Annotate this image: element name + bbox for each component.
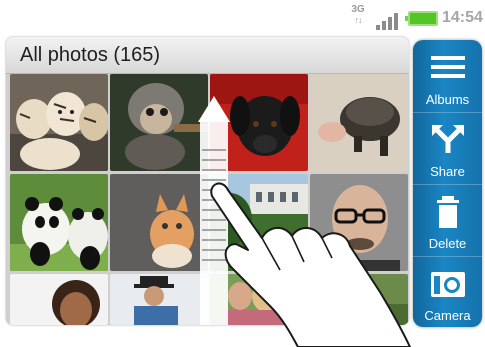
photo-thumbnail-woman[interactable] — [10, 274, 108, 325]
data-activity-icon: ↑↓ — [354, 15, 363, 25]
photo-thumbnail-pandas[interactable] — [10, 174, 108, 271]
network-indicator: 3G ↑↓ — [347, 4, 369, 32]
photo-thumbnail-man-hat[interactable] — [110, 274, 208, 325]
photo-thumbnail-man-glasses[interactable] — [310, 174, 408, 271]
photo-thumbnail-kitten[interactable] — [110, 174, 208, 271]
panel-header: All photos (165) — [6, 37, 409, 74]
albums-label: Albums — [425, 92, 470, 107]
trash-icon — [437, 196, 459, 228]
network-type: 3G — [351, 4, 365, 15]
camera-button[interactable]: Camera — [413, 256, 482, 327]
camera-icon — [431, 272, 465, 297]
battery-icon — [405, 11, 438, 26]
photo-thumbnail-baby-monkey[interactable] — [110, 74, 208, 171]
signal-icon — [376, 10, 402, 30]
camera-label: Camera — [424, 308, 471, 323]
photo-grid[interactable] — [10, 74, 408, 325]
delete-label: Delete — [428, 236, 467, 251]
delete-button[interactable]: Delete — [413, 184, 482, 255]
photo-thumbnail-turtle[interactable] — [310, 74, 408, 171]
action-sidebar: Albums Share Delete Camera — [413, 40, 482, 327]
share-icon — [432, 125, 464, 153]
status-bar: 3G ↑↓ 14:54 — [0, 0, 485, 38]
photo-thumbnail-outdoor[interactable] — [310, 274, 408, 325]
photo-thumbnail-building[interactable] — [210, 174, 308, 271]
photo-panel: All photos (165) — [6, 37, 409, 325]
share-button[interactable]: Share — [413, 112, 482, 183]
albums-button[interactable]: Albums — [413, 40, 482, 111]
albums-icon — [431, 56, 465, 78]
photo-thumbnail-women[interactable] — [210, 274, 308, 325]
photo-thumbnail-black-puppy[interactable] — [210, 74, 308, 171]
clock: 14:54 — [442, 9, 483, 26]
page-title: All photos (165) — [20, 44, 161, 66]
share-label: Share — [430, 164, 465, 179]
photo-thumbnail-tiger-cubs[interactable] — [10, 74, 108, 171]
